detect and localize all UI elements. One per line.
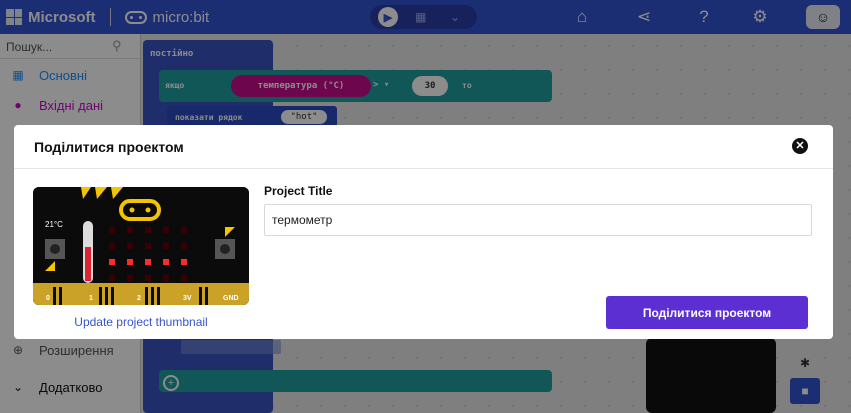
pin-label-3v: 3V (183, 295, 192, 302)
dialog-title: Поділитися проектом (34, 139, 184, 155)
pin-label-2: 2 (137, 295, 141, 302)
microbit-board-icon: 21°C 0 1 2 3V GND (33, 187, 249, 305)
thumbnail-temperature: 21°C (45, 220, 63, 229)
update-thumbnail-link[interactable]: Update project thumbnail (33, 315, 249, 329)
close-icon[interactable]: ✕ (792, 138, 808, 154)
share-project-button[interactable]: Поділитися проектом (606, 296, 808, 329)
pin-label-gnd: GND (223, 295, 239, 302)
dialog-header: Поділитися проектом ✕ (14, 125, 833, 169)
project-title-input[interactable]: термометр (264, 204, 812, 236)
share-project-dialog: Поділитися проектом ✕ 21°C 0 1 2 3V GND … (14, 125, 833, 339)
pin-label-0: 0 (46, 295, 50, 302)
pin-label-1: 1 (89, 295, 93, 302)
project-thumbnail: 21°C 0 1 2 3V GND (33, 187, 249, 305)
project-title-label: Project Title (264, 184, 333, 198)
